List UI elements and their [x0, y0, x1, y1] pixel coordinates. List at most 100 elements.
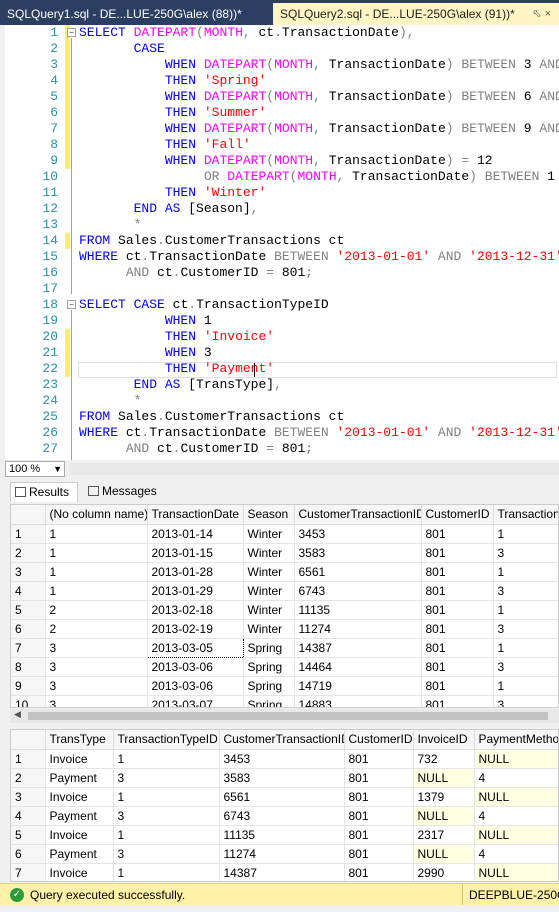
grid-cell[interactable]: Spring	[243, 638, 295, 658]
grid-cell[interactable]: Payment	[45, 844, 114, 864]
grid-cell[interactable]: 801	[344, 768, 414, 788]
grid-cell[interactable]: 11135	[219, 825, 345, 845]
grid-cell[interactable]: 801	[344, 825, 414, 845]
row-number[interactable]: 2	[11, 543, 46, 563]
table-row[interactable]: 6 2 2013-02-19 Winter 11274 801 3	[11, 619, 558, 639]
column-header[interactable]: CustomerTransactionID	[219, 730, 345, 750]
grid-cell[interactable]: 11274	[294, 619, 422, 639]
row-number[interactable]: 6	[11, 619, 46, 639]
grid-cell[interactable]: 14387	[219, 863, 345, 881]
row-number[interactable]: 6	[11, 844, 46, 864]
grid-cell[interactable]: 3583	[219, 768, 345, 788]
grid-cell[interactable]: 3	[113, 844, 220, 864]
grid-cell[interactable]: 6743	[219, 806, 345, 826]
grid-cell[interactable]: NULL	[474, 863, 558, 881]
row-number[interactable]: 5	[11, 825, 46, 845]
grid-cell[interactable]: 1	[45, 524, 148, 544]
grid-cell[interactable]: 1	[45, 543, 148, 563]
grid-cell[interactable]: Invoice	[45, 787, 114, 807]
query-editor[interactable]: 1 2 3 4 5 6 7 8 9 10 11 12 13 14 15 16 17 18 19 20 21 22 23 24 2…	[0, 25, 559, 460]
row-number[interactable]: 2	[11, 768, 46, 788]
grid-cell[interactable]: 801	[421, 676, 494, 696]
grid-cell[interactable]: NULL	[474, 787, 558, 807]
row-number[interactable]: 9	[11, 676, 46, 696]
grid-cell[interactable]: NULL	[413, 844, 475, 864]
zoom-select[interactable]: 100 % ▼	[5, 461, 65, 477]
grid-cell[interactable]: 801	[344, 863, 414, 881]
grid-cell[interactable]: 3	[493, 619, 558, 639]
grid-cell[interactable]: 2013-02-18	[147, 600, 244, 620]
column-header[interactable]: TransactionTypeID	[113, 730, 220, 750]
grid-cell[interactable]: 3	[45, 695, 148, 707]
grid-cell[interactable]: 801	[421, 638, 494, 658]
pin-close-icons[interactable]: ⬁ ×	[532, 3, 551, 25]
results-grid-1[interactable]: (No column name) TransactionDate Season Cus…	[10, 504, 559, 708]
column-header[interactable]: (No column name)	[45, 505, 148, 525]
table-row[interactable]: 4 1 2013-01-29 Winter 6743 801 3	[11, 581, 558, 601]
column-header[interactable]: PaymentMethod	[474, 730, 558, 750]
table-row[interactable]: 10 3 2013-03-07 Spring 14883 801 3	[11, 695, 558, 707]
grid-cell[interactable]: Winter	[243, 600, 295, 620]
grid-cell[interactable]: 1379	[413, 787, 475, 807]
table-row[interactable]: 8 3 2013-03-06 Spring 14464 801 3	[11, 657, 558, 677]
grid-cell[interactable]: 6743	[294, 581, 422, 601]
grid-cell[interactable]: NULL	[413, 806, 475, 826]
grid-cell[interactable]: Invoice	[45, 825, 114, 845]
column-header[interactable]: Season	[243, 505, 295, 525]
grid-cell[interactable]: Spring	[243, 657, 295, 677]
grid-cell[interactable]: 732	[413, 749, 475, 769]
tab-results[interactable]: Results	[10, 482, 78, 502]
table-row[interactable]: 3 1 2013-01-28 Winter 6561 801 1	[11, 562, 558, 582]
grid-cell[interactable]: 14719	[294, 676, 422, 696]
column-header[interactable]: TransactionT	[493, 505, 558, 525]
column-header[interactable]	[11, 505, 46, 525]
grid-cell[interactable]: 1	[493, 562, 558, 582]
grid-cell[interactable]: 3583	[294, 543, 422, 563]
column-header[interactable]: InvoiceID	[413, 730, 475, 750]
grid-cell[interactable]: 2013-01-15	[147, 543, 244, 563]
row-number[interactable]: 4	[11, 581, 46, 601]
grid-cell[interactable]: 801	[344, 749, 414, 769]
row-number[interactable]: 1	[11, 749, 46, 769]
grid-cell[interactable]: 1	[113, 787, 220, 807]
grid-cell[interactable]: Invoice	[45, 863, 114, 881]
grid-cell[interactable]: Spring	[243, 676, 295, 696]
row-number[interactable]: 10	[11, 695, 46, 707]
grid-cell[interactable]: Winter	[243, 562, 295, 582]
collapse-icon[interactable]: −	[67, 28, 76, 37]
table-row[interactable]: 6 Payment 3 11274 801 NULL 4	[11, 844, 558, 864]
grid-cell[interactable]: 3	[493, 543, 558, 563]
grid-cell[interactable]: 6561	[219, 787, 345, 807]
grid-cell[interactable]: 2013-03-07	[147, 695, 244, 707]
grid-cell[interactable]: 3453	[294, 524, 422, 544]
table-row[interactable]: 9 3 2013-03-06 Spring 14719 801 1	[11, 676, 558, 696]
column-header[interactable]: CustomerID	[421, 505, 494, 525]
grid-cell[interactable]: 2013-02-19	[147, 619, 244, 639]
grid-cell[interactable]: 4	[474, 768, 558, 788]
editor-horizontal-scrollbar[interactable]	[70, 463, 559, 475]
table-row[interactable]: 2 1 2013-01-15 Winter 3583 801 3	[11, 543, 558, 563]
grid-cell[interactable]: 3	[493, 581, 558, 601]
table-row[interactable]: 1 1 2013-01-14 Winter 3453 801 1	[11, 524, 558, 544]
grid-cell[interactable]: Payment	[45, 806, 114, 826]
grid-cell[interactable]: 1	[493, 676, 558, 696]
table-row[interactable]: 1 Invoice 1 3453 801 732 NULL	[11, 749, 558, 769]
grid-cell[interactable]: Spring	[243, 695, 295, 707]
grid-cell[interactable]: 1	[113, 863, 220, 881]
row-number[interactable]: 5	[11, 600, 46, 620]
grid-cell[interactable]: 11135	[294, 600, 422, 620]
row-number[interactable]: 3	[11, 787, 46, 807]
grid-cell[interactable]: 2013-03-06	[147, 657, 244, 677]
column-header[interactable]	[11, 730, 46, 750]
grid-cell[interactable]: 3	[113, 806, 220, 826]
column-header[interactable]: TransactionDate	[147, 505, 244, 525]
grid-cell[interactable]: 11274	[219, 844, 345, 864]
grid-cell[interactable]: 801	[421, 581, 494, 601]
row-number[interactable]: 1	[11, 524, 46, 544]
grid-cell[interactable]: 3	[45, 638, 148, 658]
grid-cell[interactable]: 3	[45, 676, 148, 696]
grid-cell[interactable]: 2	[45, 619, 148, 639]
collapse-icon[interactable]: −	[67, 300, 76, 309]
tab-sqlquery2[interactable]: SQLQuery2.sql - DE...LUE-250G\alex (91))…	[273, 3, 559, 25]
grid-cell[interactable]: 2013-01-29	[147, 581, 244, 601]
